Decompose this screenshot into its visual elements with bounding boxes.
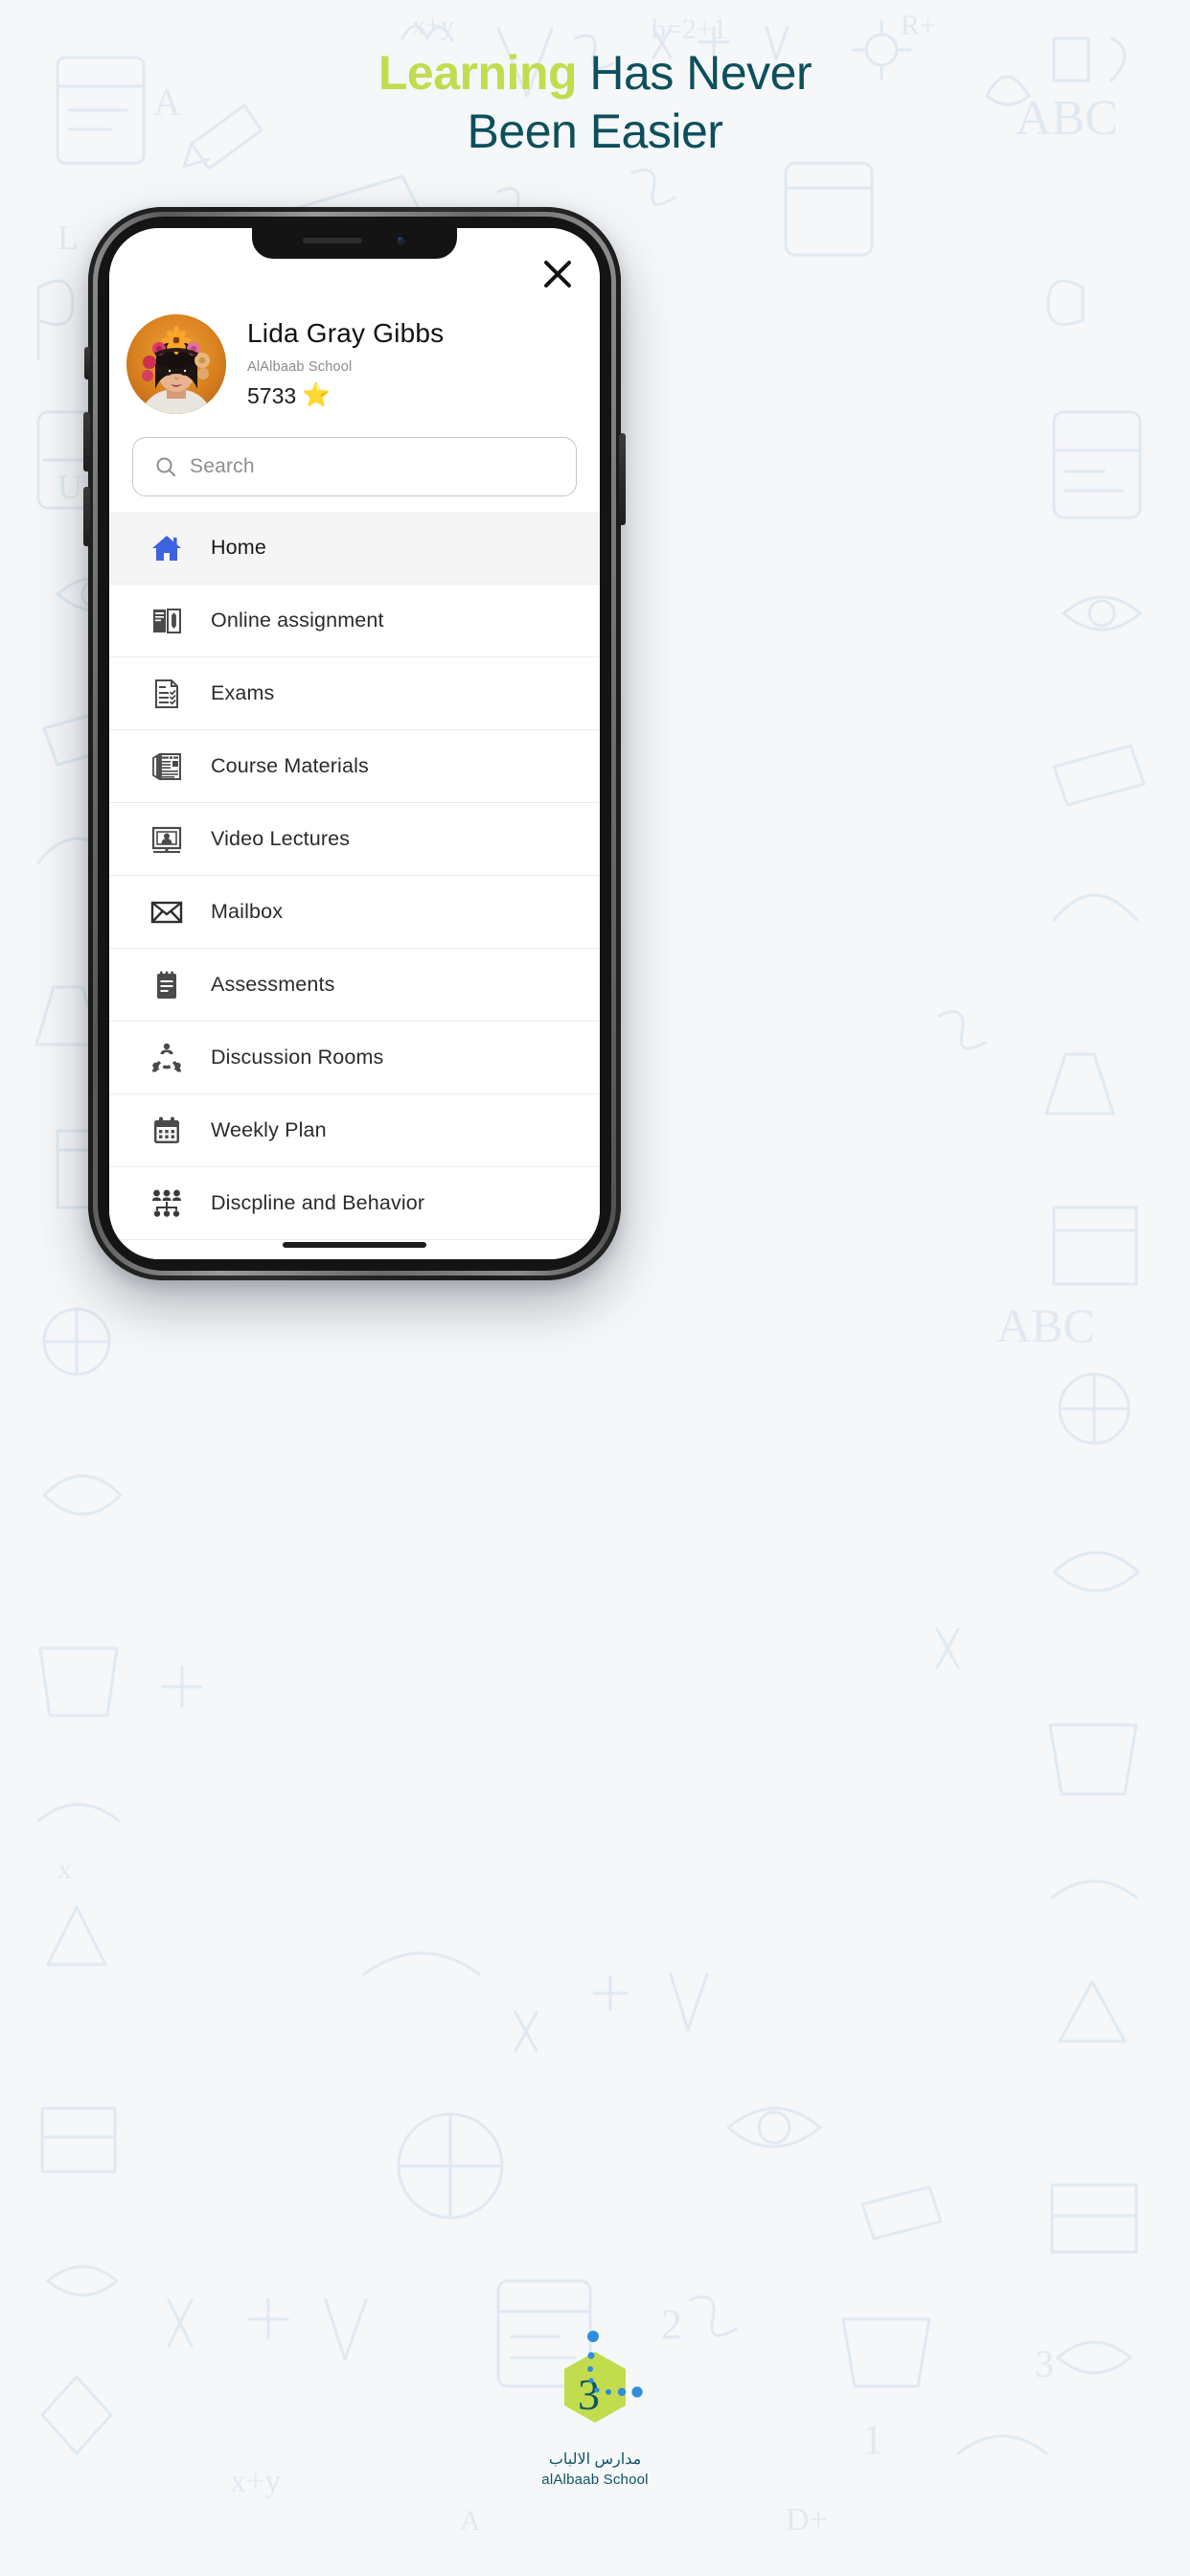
alalbaab-logo-icon: 3 <box>564 2331 643 2423</box>
logo-arabic-name: مدارس الالباب <box>548 2451 642 2468</box>
svg-text:b=2+1: b=2+1 <box>652 13 727 45</box>
volume-up-button[interactable] <box>83 412 90 472</box>
menu-label: Discpline and Behavior <box>211 1191 425 1214</box>
svg-text:D+: D+ <box>786 2502 828 2538</box>
search-icon <box>156 457 175 476</box>
svg-text:x: x <box>57 1853 72 1885</box>
video-presenter-icon <box>142 823 192 856</box>
headline-line2: Been Easier <box>467 104 723 158</box>
calendar-icon <box>142 1115 192 1147</box>
profile-section[interactable]: Lida Gray Gibbs AlAlbaab School 5733 ⭐ <box>109 303 600 426</box>
svg-text:ABC: ABC <box>996 1299 1095 1352</box>
menu-label: Weekly Plan <box>211 1118 327 1141</box>
avatar <box>126 314 226 414</box>
assignment-book-icon <box>142 605 192 637</box>
search-placeholder: Search <box>190 455 255 477</box>
avatar-image <box>126 314 226 414</box>
phone-mockup: Lida Gray Gibbs AlAlbaab School 5733 ⭐ S… <box>83 207 626 1280</box>
menu-item-discipline-and-behavior[interactable]: Discpline and Behavior <box>109 1167 600 1240</box>
search-section: Search <box>109 426 600 512</box>
footer-logo: 3 مدارس الالباب alAlbaab School <box>0 2325 1190 2488</box>
logo-english-name: alAlbaab School <box>541 2472 649 2488</box>
menu-label: Home <box>211 536 266 559</box>
home-indicator[interactable] <box>283 1242 426 1248</box>
menu-item-assessments[interactable]: Assessments <box>109 949 600 1022</box>
close-x-glyph <box>544 261 571 288</box>
menu-label: Discussion Rooms <box>211 1046 384 1069</box>
headline-accent: Learning <box>378 46 578 100</box>
notepad-icon <box>142 969 192 1001</box>
menu-item-home[interactable]: Home <box>109 512 600 585</box>
exam-checklist-icon <box>142 678 192 710</box>
people-hierarchy-icon <box>142 1187 192 1220</box>
svg-text:x+y: x+y <box>412 12 454 41</box>
newspaper-icon <box>142 750 192 783</box>
home-icon <box>142 532 192 564</box>
page-root: A ABC ABC b=2+1 R+ x+y x 2 1 3 x+y D+ A … <box>0 0 1190 2576</box>
profile-points: 5733 ⭐ <box>247 383 444 409</box>
points-value: 5733 <box>247 382 297 408</box>
close-icon[interactable] <box>537 253 579 295</box>
profile-name: Lida Gray Gibbs <box>247 318 445 349</box>
menu-label: Assessments <box>211 973 335 996</box>
envelope-icon <box>142 896 192 929</box>
profile-school: AlAlbaab School <box>247 358 353 375</box>
earpiece-speaker <box>302 238 362 243</box>
drawer-menu: Home Online assignment Exams Course Mate… <box>109 512 600 1259</box>
menu-item-online-assignment[interactable]: Online assignment <box>109 585 600 657</box>
svg-text:3: 3 <box>578 2370 600 2419</box>
menu-item-discussion-rooms[interactable]: Discussion Rooms <box>109 1022 600 1094</box>
navigation-drawer: Lida Gray Gibbs AlAlbaab School 5733 ⭐ S… <box>109 228 600 1259</box>
menu-item-weekly-plan[interactable]: Weekly Plan <box>109 1094 600 1167</box>
menu-label: Course Materials <box>211 754 369 777</box>
svg-text:R+: R+ <box>901 10 936 41</box>
mute-switch[interactable] <box>84 347 90 380</box>
volume-down-button[interactable] <box>83 487 90 546</box>
logo-mark: 3 <box>528 2325 662 2448</box>
menu-label: Online assignment <box>211 609 384 632</box>
menu-label: Mailbox <box>211 900 284 923</box>
profile-info: Lida Gray Gibbs AlAlbaab School 5733 ⭐ <box>247 318 445 409</box>
svg-text:A: A <box>460 2505 481 2537</box>
phone-screen: Lida Gray Gibbs AlAlbaab School 5733 ⭐ S… <box>109 228 600 1259</box>
svg-text:U: U <box>57 468 82 506</box>
menu-label: Exams <box>211 681 275 704</box>
star-icon: ⭐ <box>302 382 332 409</box>
group-discussion-icon <box>142 1042 192 1074</box>
menu-label: Video Lectures <box>211 827 351 850</box>
headline-rest: Has Never <box>577 46 812 100</box>
menu-item-course-materials[interactable]: Course Materials <box>109 730 600 803</box>
front-camera-icon <box>394 234 407 247</box>
menu-item-mailbox[interactable]: Mailbox <box>109 876 600 949</box>
power-button[interactable] <box>619 433 626 525</box>
menu-item-exams[interactable]: Exams <box>109 657 600 730</box>
search-input[interactable]: Search <box>132 437 577 496</box>
page-headline: Learning Has Never Been Easier <box>0 44 1190 161</box>
svg-text:L: L <box>57 218 79 257</box>
phone-notch <box>252 228 457 259</box>
menu-item-video-lectures[interactable]: Video Lectures <box>109 803 600 876</box>
